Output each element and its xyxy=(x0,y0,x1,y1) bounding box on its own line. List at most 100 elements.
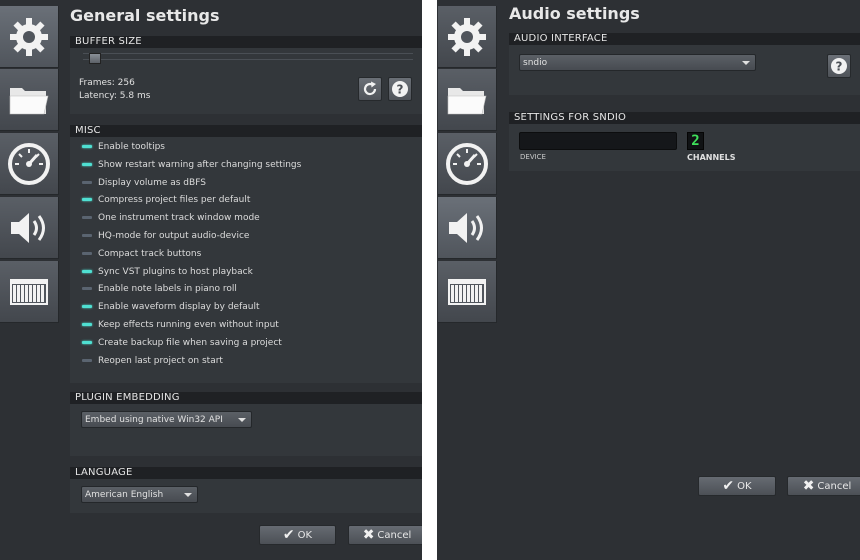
misc-option-label: Enable tooltips xyxy=(98,142,165,152)
misc-option-label: Show restart warning after changing sett… xyxy=(98,159,302,170)
misc-option[interactable]: Enable tooltips xyxy=(82,139,165,155)
sidebar-tab-midi[interactable] xyxy=(438,261,497,323)
cancel-button-label: Cancel xyxy=(377,529,412,541)
buffer-size-slider-handle[interactable] xyxy=(89,53,101,64)
plugin-embedding-value: Embed using native Win32 API xyxy=(85,415,223,425)
cancel-button[interactable]: ✖ Cancel xyxy=(348,525,422,545)
frames-readout: Frames: 256 xyxy=(79,78,135,88)
folder-icon xyxy=(447,87,487,114)
audio-interface-help-button[interactable]: ? xyxy=(827,54,851,78)
gear-icon xyxy=(10,17,48,56)
sidebar-tab-general[interactable] xyxy=(438,6,497,68)
close-icon: ✖ xyxy=(802,478,815,494)
page-title: Audio settings xyxy=(509,4,640,23)
sidebar-tab-performance[interactable] xyxy=(0,133,59,195)
misc-option[interactable]: Reopen last project on start xyxy=(82,353,223,369)
buffer-help-button[interactable]: ? xyxy=(388,77,412,101)
keyboard-icon xyxy=(448,278,486,305)
misc-option-label: Enable note labels in piano roll xyxy=(98,284,237,295)
cancel-button[interactable]: ✖ Cancel xyxy=(787,476,860,496)
led-checkbox-icon[interactable] xyxy=(82,251,92,255)
language-select[interactable]: American English xyxy=(81,486,198,503)
led-checkbox-icon[interactable] xyxy=(82,305,92,309)
misc-option[interactable]: One instrument track window mode xyxy=(82,210,260,226)
led-checkbox-icon[interactable] xyxy=(82,145,92,148)
led-checkbox-icon[interactable] xyxy=(82,234,92,237)
misc-option-label: Keep effects running even without input xyxy=(98,320,279,330)
plugin-embedding-select[interactable]: Embed using native Win32 API xyxy=(81,411,252,428)
audio-interface-value: sndio xyxy=(523,58,548,68)
misc-option[interactable]: Show restart warning after changing sett… xyxy=(82,157,301,173)
gauge-icon xyxy=(446,142,488,185)
led-checkbox-icon[interactable] xyxy=(82,269,92,273)
misc-option[interactable]: HQ-mode for output audio-device xyxy=(82,228,249,244)
check-icon: ✔ xyxy=(282,527,295,543)
audio-interface-header: AUDIO INTERFACE xyxy=(509,33,860,45)
misc-option-label: Compress project files per default xyxy=(98,195,251,206)
ok-button[interactable]: ✔ OK xyxy=(259,525,336,545)
buffer-size-header: BUFFER SIZE xyxy=(70,36,422,48)
reset-buffer-button[interactable] xyxy=(358,77,382,101)
audio-settings-pane: Audio settings AUDIO INTERFACE sndio ? S… xyxy=(437,0,860,560)
led-checkbox-icon[interactable] xyxy=(82,340,92,344)
help-icon: ? xyxy=(392,81,408,97)
chevron-down-icon xyxy=(238,418,246,422)
folder-icon xyxy=(9,87,49,114)
led-checkbox-icon[interactable] xyxy=(82,358,92,362)
svg-text:?: ? xyxy=(397,83,404,97)
page-title: General settings xyxy=(70,6,220,25)
led-checkbox-icon[interactable] xyxy=(82,216,92,220)
misc-option-label: Sync VST plugins to host playback xyxy=(98,266,253,277)
gear-icon xyxy=(448,17,486,56)
led-checkbox-icon[interactable] xyxy=(82,180,92,184)
sidebar-tab-midi[interactable] xyxy=(0,261,59,323)
reset-icon xyxy=(363,81,377,96)
channels-spinbox[interactable]: 2 xyxy=(687,132,704,150)
led-checkbox-icon[interactable] xyxy=(82,287,92,291)
gauge-icon xyxy=(8,142,50,185)
ok-button[interactable]: ✔ OK xyxy=(698,476,776,496)
sidebar-tab-performance[interactable] xyxy=(438,133,497,195)
sidebar-tab-paths[interactable] xyxy=(438,69,497,131)
misc-option-label: One instrument track window mode xyxy=(98,213,260,224)
misc-option[interactable]: Enable waveform display by default xyxy=(82,299,260,315)
latency-readout: Latency: 5.8 ms xyxy=(79,91,151,101)
sidebar-tab-general[interactable] xyxy=(0,6,59,68)
chevron-down-icon xyxy=(184,493,192,497)
misc-option[interactable]: Sync VST plugins to host playback xyxy=(82,264,253,280)
misc-option-label: Create backup file when saving a project xyxy=(98,337,282,348)
misc-option-label: Enable waveform display by default xyxy=(98,302,260,313)
misc-option-label: Compact track buttons xyxy=(98,248,202,259)
misc-option[interactable]: Keep effects running even without input xyxy=(82,317,279,333)
misc-option[interactable]: Compact track buttons xyxy=(82,246,201,262)
audio-interface-select[interactable]: sndio xyxy=(519,54,756,71)
device-input[interactable] xyxy=(519,132,677,150)
ok-button-label: OK xyxy=(297,529,313,541)
sidebar-tab-audio[interactable] xyxy=(0,197,59,259)
misc-option-label: Reopen last project on start xyxy=(98,355,223,366)
sidebar-tab-audio[interactable] xyxy=(438,197,497,259)
led-checkbox-icon[interactable] xyxy=(82,162,92,166)
speaker-icon xyxy=(449,212,483,243)
svg-text:?: ? xyxy=(836,60,843,74)
misc-option[interactable]: Enable note labels in piano roll xyxy=(82,281,237,297)
misc-option-label: HQ-mode for output audio-device xyxy=(98,231,250,241)
misc-header: MISC xyxy=(70,125,422,137)
sndio-settings-header: SETTINGS FOR SNDIO xyxy=(509,112,860,124)
plugin-embedding-header: PLUGIN EMBEDDING xyxy=(70,392,422,404)
misc-option[interactable]: Compress project files per default xyxy=(82,192,250,208)
device-label: DEVICE xyxy=(520,153,546,161)
misc-option[interactable]: Display volume as dBFS xyxy=(82,175,206,191)
misc-option[interactable]: Create backup file when saving a project xyxy=(82,335,282,351)
cancel-button-label: Cancel xyxy=(817,480,852,492)
sidebar-tab-paths[interactable] xyxy=(0,69,59,131)
keyboard-icon xyxy=(10,278,48,305)
language-header: LANGUAGE xyxy=(70,467,422,479)
led-checkbox-icon[interactable] xyxy=(82,198,92,202)
led-checkbox-icon[interactable] xyxy=(82,323,92,326)
channels-label: CHANNELS xyxy=(687,153,736,162)
buffer-size-slider[interactable] xyxy=(83,53,413,64)
speaker-icon xyxy=(11,212,45,243)
check-icon: ✔ xyxy=(722,478,735,494)
general-settings-pane: General settings BUFFER SIZE Frames: 256… xyxy=(0,0,422,560)
